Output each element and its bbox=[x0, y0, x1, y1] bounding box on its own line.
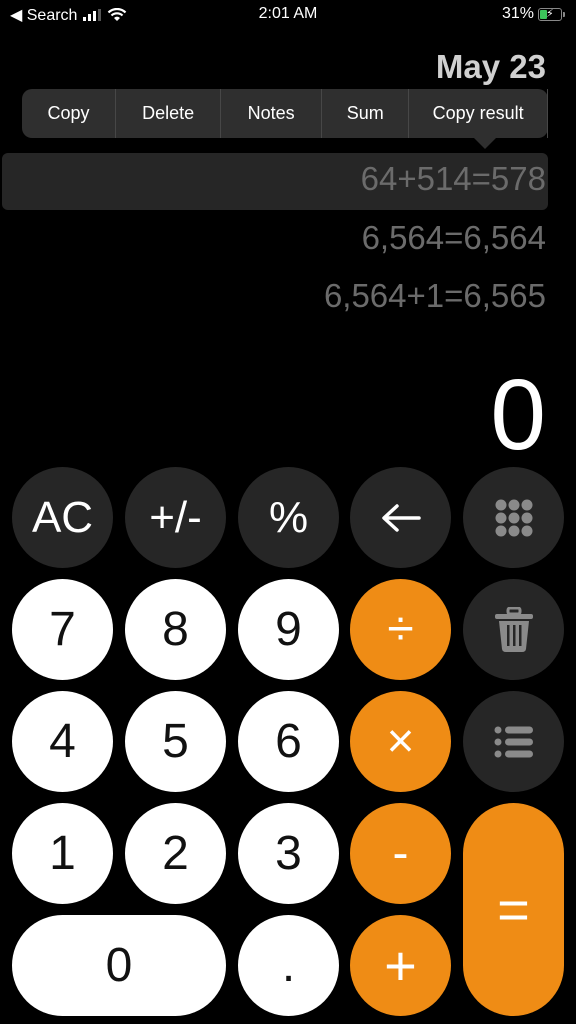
clock: 2:01 AM bbox=[258, 5, 318, 22]
menu-delete[interactable]: Delete bbox=[116, 89, 222, 138]
digit-2-button[interactable]: 2 bbox=[125, 803, 226, 904]
digit-8-button[interactable]: 8 bbox=[125, 579, 226, 680]
context-menu: Copy Delete Notes Sum Copy result bbox=[22, 89, 548, 149]
history-entry[interactable]: 6,564=6,564 bbox=[362, 219, 546, 257]
battery-percent: 31% bbox=[501, 5, 534, 22]
plus-label: + bbox=[384, 934, 417, 997]
percent-button[interactable]: % bbox=[238, 467, 339, 568]
digit-1-label: 1 bbox=[49, 827, 76, 880]
digit-8-label: 8 bbox=[162, 603, 189, 656]
digit-9-button[interactable]: 9 bbox=[238, 579, 339, 680]
decimal-label: . bbox=[281, 939, 296, 992]
history-date: May 23 bbox=[435, 48, 546, 85]
clear-button[interactable]: AC bbox=[12, 467, 113, 568]
minus-label: - bbox=[392, 827, 409, 880]
status-bar: ◀ Search 2:01 AM 31% ⚡ bbox=[0, 0, 576, 30]
plus-minus-label: +/- bbox=[149, 492, 202, 542]
divide-button[interactable]: ÷ bbox=[350, 579, 451, 680]
digit-3-button[interactable]: 3 bbox=[238, 803, 339, 904]
back-arrow-icon bbox=[381, 503, 421, 532]
plus-minus-button[interactable]: +/- bbox=[125, 467, 226, 568]
digit-1-button[interactable]: 1 bbox=[12, 803, 113, 904]
decimal-button[interactable]: . bbox=[238, 915, 339, 1016]
history-entry[interactable]: 64+514=578 bbox=[361, 160, 546, 198]
multiply-label: × bbox=[386, 715, 415, 768]
menu-copy[interactable]: Copy bbox=[22, 89, 117, 138]
digit-6-label: 6 bbox=[275, 715, 302, 768]
menu-notes[interactable]: Notes bbox=[221, 89, 323, 138]
equals-button[interactable]: = bbox=[463, 803, 564, 1016]
digit-9-label: 9 bbox=[275, 603, 302, 656]
digit-5-button[interactable]: 5 bbox=[125, 691, 226, 792]
minus-button[interactable]: - bbox=[350, 803, 451, 904]
clear-history-button[interactable] bbox=[463, 579, 564, 680]
digit-3-label: 3 bbox=[275, 827, 302, 880]
grid-dots-icon bbox=[495, 499, 532, 536]
digit-7-label: 7 bbox=[49, 603, 76, 656]
history-entry[interactable]: 6,564+1=6,565 bbox=[324, 277, 546, 315]
multiply-button[interactable]: × bbox=[350, 691, 451, 792]
menu-copy-result[interactable]: Copy result bbox=[409, 89, 548, 138]
digit-2-label: 2 bbox=[162, 827, 189, 880]
backspace-button[interactable] bbox=[350, 467, 451, 568]
history-list-button[interactable] bbox=[463, 691, 564, 792]
digit-4-label: 4 bbox=[49, 715, 76, 768]
digit-0-label: 0 bbox=[105, 939, 133, 992]
result-display: 0 bbox=[490, 359, 546, 471]
digit-7-button[interactable]: 7 bbox=[12, 579, 113, 680]
digit-4-button[interactable]: 4 bbox=[12, 691, 113, 792]
plus-button[interactable]: + bbox=[350, 915, 451, 1016]
divide-label: ÷ bbox=[387, 603, 414, 656]
list-icon bbox=[494, 726, 533, 757]
digit-0-button[interactable]: 0 bbox=[12, 915, 226, 1016]
percent-label: % bbox=[268, 492, 309, 542]
equals-label: = bbox=[497, 878, 530, 941]
digit-5-label: 5 bbox=[162, 715, 189, 768]
keypad-toggle-button[interactable] bbox=[463, 467, 564, 568]
menu-pointer bbox=[474, 138, 496, 149]
digit-6-button[interactable]: 6 bbox=[238, 691, 339, 792]
battery-icon: ⚡ bbox=[538, 7, 565, 21]
menu-sum[interactable]: Sum bbox=[322, 89, 410, 138]
trash-icon bbox=[494, 606, 533, 652]
clear-label: AC bbox=[31, 492, 94, 542]
